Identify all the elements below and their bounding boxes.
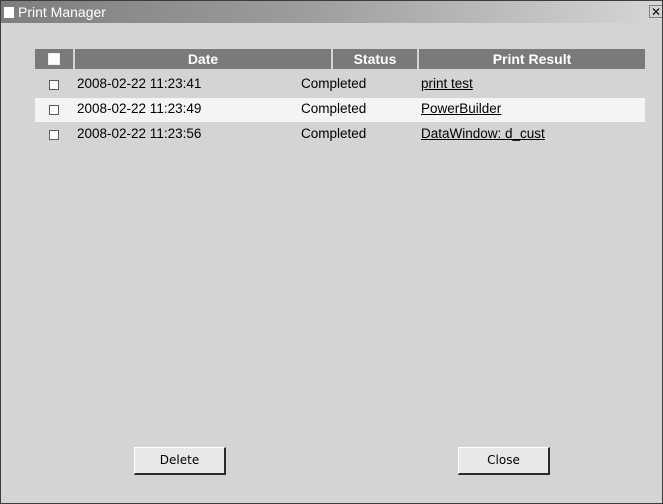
delete-button[interactable]: Delete [134, 447, 226, 475]
row-print-result-link[interactable]: DataWindow: d_cust [421, 123, 545, 145]
window-icon [4, 7, 14, 18]
row-print-result-link[interactable]: print test [421, 73, 473, 95]
table-row[interactable]: 2008-02-22 11:23:41 Completed print test [35, 73, 645, 97]
row-status: Completed [301, 76, 367, 91]
header-print-result[interactable]: Print Result [419, 49, 645, 69]
print-manager-window: Print Manager ✕ Date Status Print Result… [0, 0, 663, 504]
table-row[interactable]: 2008-02-22 11:23:56 Completed DataWindow… [35, 123, 645, 147]
header-status[interactable]: Status [333, 49, 417, 69]
table-row[interactable]: 2008-02-22 11:23:49 Completed PowerBuild… [35, 98, 645, 122]
header-date[interactable]: Date [75, 49, 331, 69]
select-all-checkbox[interactable] [48, 53, 60, 65]
window-title: Print Manager [18, 4, 106, 20]
close-button[interactable]: Close [458, 447, 550, 475]
row-checkbox[interactable] [49, 80, 59, 90]
row-print-result-link[interactable]: PowerBuilder [421, 98, 501, 120]
row-status: Completed [301, 126, 367, 141]
header-select-all[interactable] [35, 49, 73, 69]
row-date: 2008-02-22 11:23:41 [77, 76, 202, 91]
row-date: 2008-02-22 11:23:56 [77, 126, 202, 141]
title-bar[interactable]: Print Manager ✕ [1, 1, 662, 23]
row-status: Completed [301, 101, 367, 116]
row-date: 2008-02-22 11:23:49 [77, 101, 202, 116]
row-checkbox[interactable] [49, 130, 59, 140]
table-header: Date Status Print Result [35, 49, 645, 69]
close-icon[interactable]: ✕ [649, 5, 662, 18]
row-checkbox[interactable] [49, 105, 59, 115]
